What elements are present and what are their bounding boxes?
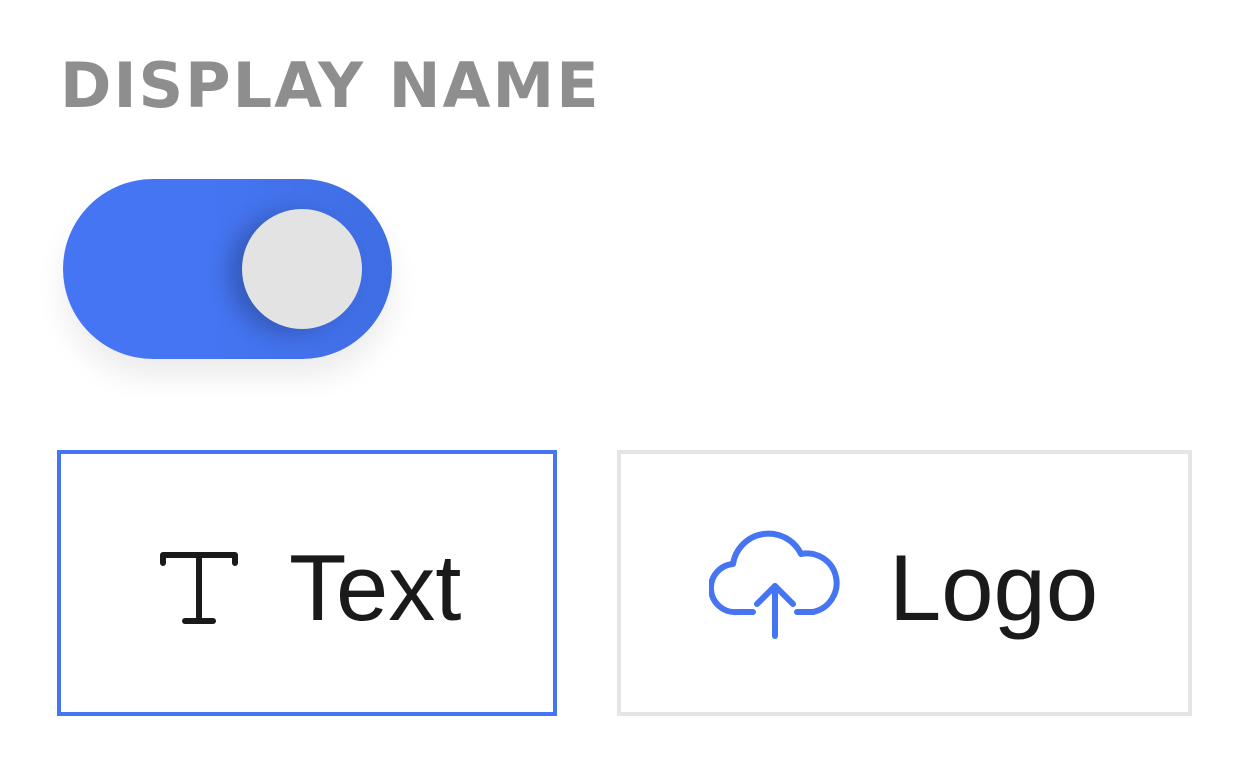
toggle-knob[interactable] xyxy=(242,209,362,329)
text-type-icon xyxy=(160,552,238,624)
option-logo-button[interactable]: Logo xyxy=(617,450,1192,716)
option-text-label: Text xyxy=(289,535,462,640)
option-logo-label: Logo xyxy=(889,535,1099,640)
option-text-button[interactable]: Text xyxy=(57,450,557,716)
section-label-display-name: DISPLAY NAME xyxy=(60,49,601,122)
display-name-toggle[interactable] xyxy=(63,179,392,359)
cloud-upload-icon xyxy=(709,530,840,639)
